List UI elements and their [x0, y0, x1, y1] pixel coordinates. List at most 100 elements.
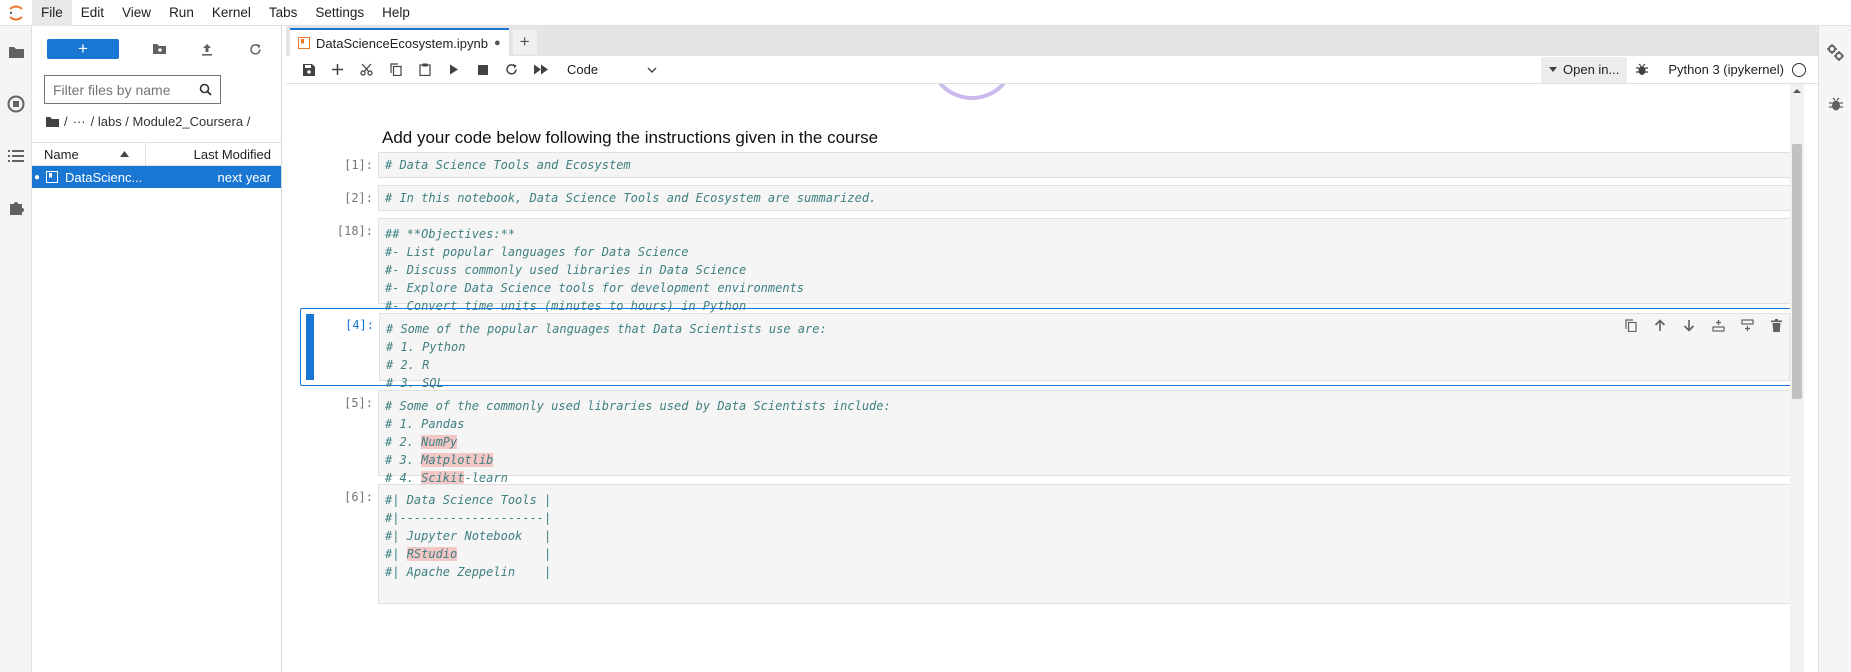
- cell-type-value: Code: [567, 62, 599, 77]
- file-name: DataScienc...: [65, 169, 143, 185]
- insert-below-icon[interactable]: [1737, 315, 1757, 335]
- active-code-cell[interactable]: [4]: # Some of the popular languages tha…: [300, 308, 1799, 390]
- menu-settings[interactable]: Settings: [306, 0, 373, 26]
- execution-prompt: [18]:: [336, 224, 373, 238]
- move-down-icon[interactable]: [1679, 315, 1699, 335]
- run-icon[interactable]: [439, 58, 468, 82]
- breadcrumb-ellipsis[interactable]: ···: [73, 114, 86, 129]
- menu-file[interactable]: File: [32, 0, 72, 26]
- copy-icon[interactable]: [381, 58, 410, 82]
- column-name-header[interactable]: Name: [32, 142, 146, 166]
- notebook-file-icon: [42, 171, 62, 183]
- unsaved-dot-icon[interactable]: ●: [494, 37, 501, 49]
- code-line: # 2. NumPy: [385, 433, 1784, 451]
- code-text: #|: [385, 547, 407, 561]
- code-cell[interactable]: [2]: # In this notebook, Data Science To…: [300, 185, 1799, 211]
- cell-type-select[interactable]: Code: [567, 62, 657, 77]
- code-line: # 1. Python: [386, 340, 466, 354]
- cell-toolbar: [1621, 315, 1786, 335]
- column-modified-header[interactable]: Last Modified: [146, 147, 281, 162]
- code-cell[interactable]: [18]: ## **Objectives:** #- List popular …: [300, 218, 1799, 313]
- execution-prompt: [4]:: [345, 318, 374, 332]
- code-text: # 3.: [385, 453, 422, 467]
- menu-view[interactable]: View: [113, 0, 160, 26]
- cell-editor[interactable]: ## **Objectives:** #- List popular langua…: [378, 218, 1791, 313]
- execution-prompt: [5]:: [344, 396, 373, 410]
- code-line: # In this notebook, Data Science Tools a…: [385, 191, 877, 205]
- code-text: # 2.: [385, 435, 422, 449]
- cell-editor[interactable]: # In this notebook, Data Science Tools a…: [378, 185, 1791, 211]
- menu-help[interactable]: Help: [373, 0, 419, 26]
- debugger-bug-icon[interactable]: [1819, 78, 1851, 130]
- code-line: #| RStudio |: [385, 545, 1784, 563]
- code-line: #| Data Science Tools |: [385, 493, 552, 507]
- file-list-item[interactable]: ● DataScienc... next year: [32, 166, 281, 188]
- refresh-icon[interactable]: [231, 37, 279, 61]
- code-line: #- List popular languages for Data Scien…: [385, 245, 689, 259]
- upload-icon[interactable]: [183, 37, 231, 61]
- stop-icon[interactable]: [468, 58, 497, 82]
- restart-icon[interactable]: [497, 58, 526, 82]
- debugger-bug-icon[interactable]: [1627, 58, 1656, 82]
- insert-cell-icon[interactable]: [323, 58, 352, 82]
- notebook-scrollbar[interactable]: [1790, 84, 1804, 672]
- code-line: # Some of the popular languages that Dat…: [386, 322, 827, 336]
- menu-tabs[interactable]: Tabs: [260, 0, 307, 26]
- duplicate-cell-icon[interactable]: [1621, 315, 1641, 335]
- code-line: # Some of the commonly used libraries us…: [385, 399, 891, 413]
- notebook-panel: Add your code below following the instru…: [286, 84, 1818, 672]
- code-line: ## **Objectives:**: [385, 227, 516, 241]
- file-filter-input[interactable]: Filter files by name: [44, 75, 221, 104]
- breadcrumb-path[interactable]: / labs / Module2_Coursera /: [91, 114, 251, 129]
- code-line: #| Apache Zeppelin |: [385, 565, 552, 579]
- extensions-puzzle-icon[interactable]: [0, 182, 32, 234]
- save-icon[interactable]: [294, 58, 323, 82]
- menu-edit[interactable]: Edit: [72, 0, 113, 26]
- cell-editor[interactable]: # Some of the popular languages that Dat…: [379, 313, 1790, 390]
- insert-above-icon[interactable]: [1708, 315, 1728, 335]
- new-launcher-button[interactable]: +: [47, 39, 119, 59]
- chevron-down-icon: [647, 67, 657, 73]
- property-inspector-gears-icon[interactable]: [1819, 26, 1851, 78]
- folder-icon[interactable]: [0, 26, 32, 78]
- cell-editor[interactable]: # Some of the commonly used libraries us…: [378, 390, 1791, 485]
- course-logo-image: [928, 84, 1016, 100]
- paste-icon[interactable]: [410, 58, 439, 82]
- jupyter-logo-icon: [0, 0, 32, 26]
- new-folder-icon[interactable]: [135, 37, 183, 61]
- menu-run[interactable]: Run: [160, 0, 203, 26]
- menu-bar: File Edit View Run Kernel Tabs Settings …: [0, 0, 1851, 26]
- cut-icon[interactable]: [352, 58, 381, 82]
- open-in-button[interactable]: Open in...: [1541, 56, 1628, 83]
- scrollbar-thumb[interactable]: [1792, 144, 1802, 399]
- code-cell[interactable]: [5]: # Some of the commonly used librari…: [300, 390, 1799, 485]
- table-of-contents-icon[interactable]: [0, 130, 32, 182]
- spellcheck-highlight: Scikit: [421, 471, 465, 485]
- open-in-label: Open in...: [1563, 62, 1620, 77]
- menu-kernel[interactable]: Kernel: [203, 0, 260, 26]
- code-text: |: [457, 547, 552, 561]
- code-cell[interactable]: [6]: #| Data Science Tools | #|----------…: [300, 484, 1799, 604]
- home-folder-icon[interactable]: [46, 116, 59, 127]
- fast-forward-icon[interactable]: [526, 58, 555, 82]
- code-cell[interactable]: [1]: # Data Science Tools and Ecosystem: [300, 152, 1799, 178]
- code-line: # 2. R: [386, 358, 430, 372]
- running-kernels-icon[interactable]: [0, 78, 32, 130]
- new-tab-button[interactable]: +: [512, 30, 537, 54]
- code-line: #|--------------------|: [385, 511, 552, 525]
- execution-prompt: [2]:: [344, 191, 373, 205]
- move-up-icon[interactable]: [1650, 315, 1670, 335]
- cell-editor[interactable]: # Data Science Tools and Ecosystem: [378, 152, 1791, 178]
- code-line: #| Jupyter Notebook |: [385, 529, 552, 543]
- delete-cell-icon[interactable]: [1766, 315, 1786, 335]
- code-line: #- Explore Data Science tools for develo…: [385, 281, 805, 295]
- kernel-name[interactable]: Python 3 (ipykernel): [1668, 62, 1784, 77]
- running-indicator-icon: ●: [33, 171, 41, 183]
- spellcheck-highlight: NumPy: [421, 435, 458, 449]
- caret-down-icon: [1549, 67, 1557, 72]
- scroll-up-arrow-icon[interactable]: [1790, 86, 1804, 96]
- cell-editor[interactable]: #| Data Science Tools | #|---------------…: [378, 484, 1791, 604]
- tab-notebook[interactable]: DataScienceEcosystem.ipynb ●: [290, 28, 509, 56]
- markdown-heading: Add your code below following the instru…: [382, 128, 879, 147]
- kernel-status-circle-icon: [1792, 62, 1806, 77]
